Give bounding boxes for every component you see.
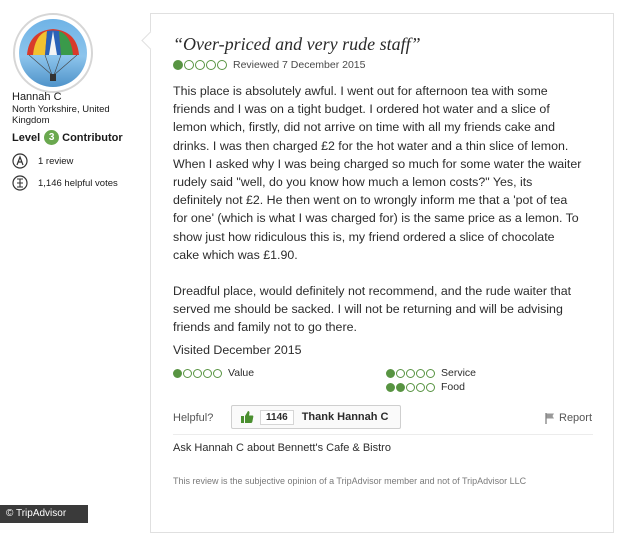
sub-rating-label: Service [441, 367, 477, 379]
member-level: Level 3 Contributor [12, 130, 123, 145]
parachute-image [27, 29, 79, 81]
bubble-empty [193, 368, 202, 378]
bubble-empty [184, 60, 194, 70]
review-paragraph: Dreadful place, would definitely not rec… [173, 284, 572, 335]
ask-question-link[interactable]: Ask Hannah C about Bennett's Cafe & Bist… [173, 442, 391, 454]
bubble-empty [406, 368, 415, 378]
bubble-empty [426, 382, 435, 392]
flag-icon [545, 413, 554, 424]
bubble-empty [416, 382, 425, 392]
bubble-empty [195, 60, 205, 70]
review-disclaimer: This review is the subjective opinion of… [173, 476, 527, 486]
thank-button[interactable]: 1146 Thank Hannah C [231, 405, 401, 429]
avatar-photo [19, 19, 87, 87]
bubble-empty [206, 60, 216, 70]
visited-date: Visited December 2015 [173, 343, 302, 357]
bubble-filled [386, 368, 395, 378]
bubble-filled [173, 60, 183, 70]
sub-rating-service: Service [386, 367, 476, 379]
bubble-filled [396, 382, 405, 392]
member-name[interactable]: Hannah C [12, 91, 62, 103]
bubble-empty [396, 368, 405, 378]
bubble-empty [203, 368, 212, 378]
level-badge: 3 [44, 130, 60, 145]
bubble-empty [416, 368, 425, 378]
bubble-empty [183, 368, 192, 378]
review-date: Reviewed 7 December 2015 [233, 59, 366, 71]
reviews-count: 1 review [38, 155, 74, 167]
helpful-votes-icon [12, 175, 28, 191]
service-rating-bubbles [386, 368, 435, 378]
sub-rating-value: Value [173, 367, 254, 379]
level-title: Contributor [62, 131, 123, 144]
reviews-count-row[interactable]: 1 review [12, 153, 73, 169]
review-paragraph: This place is absolutely awful. I went o… [173, 84, 582, 262]
helpful-votes-count: 1,146 helpful votes [38, 177, 118, 189]
sub-rating-food: Food [386, 381, 465, 393]
review-title[interactable]: “Over-priced and very rude staff” [173, 34, 421, 55]
food-rating-bubbles [386, 382, 435, 392]
bubble-empty [217, 60, 227, 70]
rating-bubbles [173, 60, 227, 70]
thank-label: Thank Hannah C [301, 411, 389, 423]
bubble-filled [386, 382, 395, 392]
card-divider [173, 434, 593, 435]
helpful-votes-row: 1,146 helpful votes [12, 175, 118, 191]
value-rating-bubbles [173, 368, 222, 378]
report-link[interactable]: Report [544, 412, 592, 424]
thank-count: 1146 [260, 409, 294, 425]
sub-rating-label: Food [441, 381, 465, 393]
bubble-filled [173, 368, 182, 378]
member-location: North Yorkshire, United Kingdom [12, 104, 110, 126]
tripadvisor-watermark: © TripAdvisor [0, 505, 88, 523]
review-rating-row: Reviewed 7 December 2015 [173, 59, 366, 71]
thumbs-up-icon [241, 411, 254, 423]
sub-rating-label: Value [228, 367, 255, 379]
bubble-empty [213, 368, 222, 378]
bubble-empty [406, 382, 415, 392]
bubble-empty [426, 368, 435, 378]
review-body: This place is absolutely awful. I went o… [173, 82, 583, 355]
reviews-badge-icon [12, 153, 28, 169]
helpful-label: Helpful? [173, 412, 214, 424]
avatar[interactable] [13, 13, 93, 93]
report-label: Report [559, 412, 593, 424]
level-label: Level [12, 131, 41, 144]
